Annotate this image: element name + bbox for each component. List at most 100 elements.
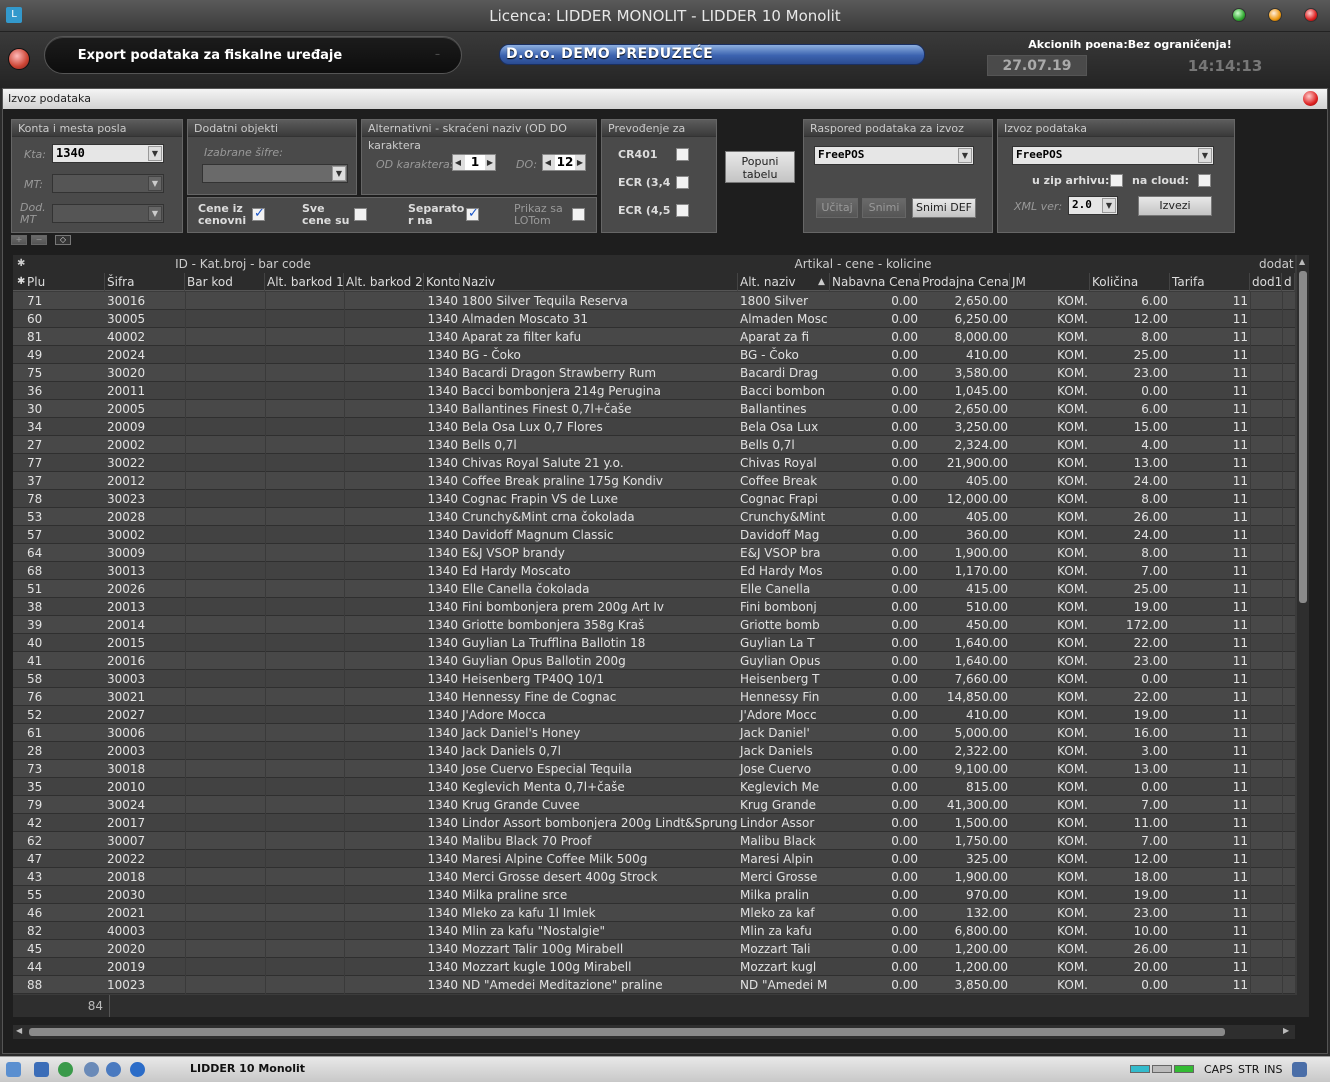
empty-cell[interactable] <box>1282 922 1295 940</box>
network-icon[interactable] <box>6 1062 21 1077</box>
check-icon[interactable] <box>106 1062 121 1077</box>
table-cell[interactable]: 0.00 <box>830 940 920 958</box>
table-cell[interactable]: 71 <box>25 292 105 310</box>
table-cell[interactable]: 0.00 <box>1090 382 1170 400</box>
table-cell[interactable]: 7.00 <box>1090 796 1170 814</box>
empty-cell[interactable] <box>265 904 344 922</box>
table-cell[interactable]: 30013 <box>105 562 185 580</box>
table-cell[interactable]: KOM. <box>1010 688 1090 706</box>
table-cell[interactable]: Cognac Frapin VS de Luxe <box>460 490 738 508</box>
scroll-left-icon[interactable]: ◀ <box>16 1026 22 1035</box>
empty-cell[interactable] <box>265 526 344 544</box>
column-header[interactable]: Nabavna Cena <box>830 273 920 291</box>
table-cell[interactable]: 6,250.00 <box>920 310 1010 328</box>
table-cell[interactable]: 410.00 <box>920 706 1010 724</box>
table-cell[interactable]: 1340 <box>424 688 460 706</box>
table-cell[interactable]: Elle Canella <box>738 580 830 598</box>
table-cell[interactable]: Lindor Assor <box>738 814 830 832</box>
table-cell[interactable]: KOM. <box>1010 580 1090 598</box>
table-cell[interactable]: KOM. <box>1010 922 1090 940</box>
table-cell[interactable]: KOM. <box>1010 634 1090 652</box>
empty-cell[interactable] <box>185 292 265 310</box>
table-cell[interactable]: 510.00 <box>920 598 1010 616</box>
table-cell[interactable]: 1340 <box>424 778 460 796</box>
table-cell[interactable]: Bela Osa Lux 0,7 Flores <box>460 418 738 436</box>
table-cell[interactable]: 0.00 <box>830 652 920 670</box>
table-cell[interactable]: 1340 <box>424 832 460 850</box>
empty-cell[interactable] <box>344 598 424 616</box>
table-cell[interactable]: 1340 <box>424 598 460 616</box>
table-cell[interactable]: 11 <box>1170 922 1250 940</box>
empty-cell[interactable] <box>1282 886 1295 904</box>
table-cell[interactable]: 1340 <box>424 544 460 562</box>
table-cell[interactable]: 51 <box>25 580 105 598</box>
table-row[interactable]: 60 30005 1340 Almaden Moscato 31 Almaden Mos… <box>13 310 1295 328</box>
do-spinner[interactable]: ◀ 12 ▶ <box>542 154 586 171</box>
empty-cell[interactable] <box>185 760 265 778</box>
dod-mt-combo[interactable]: ▼ <box>52 204 164 223</box>
table-cell[interactable]: 1340 <box>424 706 460 724</box>
resize-icon[interactable]: ◇ <box>55 235 71 245</box>
table-cell[interactable]: 75 <box>25 364 105 382</box>
column-header[interactable]: Alt. barkod 1 <box>265 273 344 291</box>
empty-cell[interactable] <box>1250 904 1282 922</box>
vertical-scrollbar[interactable]: ▲ ▼ <box>1297 255 1309 1009</box>
table-cell[interactable]: 35 <box>25 778 105 796</box>
table-cell[interactable]: Mleko za kaf <box>738 904 830 922</box>
horizontal-scroll-thumb[interactable] <box>29 1028 1225 1036</box>
empty-cell[interactable] <box>1250 742 1282 760</box>
table-cell[interactable]: KOM. <box>1010 958 1090 976</box>
table-cell[interactable]: 49 <box>25 346 105 364</box>
table-cell[interactable]: 20015 <box>105 634 185 652</box>
table-cell[interactable]: Mlin za kafu "Nostalgie" <box>460 922 738 940</box>
table-row[interactable]: 53 20028 1340 Crunchy&Mint crna čokolada Cru… <box>13 508 1295 526</box>
table-cell[interactable]: 16.00 <box>1090 724 1170 742</box>
column-header[interactable]: Količina <box>1090 273 1170 291</box>
table-cell[interactable]: 40002 <box>105 328 185 346</box>
table-row[interactable]: 30 20005 1340 Ballantines Finest 0,7l+čaše B… <box>13 400 1295 418</box>
column-header[interactable]: Naziv <box>460 273 738 291</box>
table-cell[interactable]: 10023 <box>105 976 185 994</box>
table-cell[interactable]: 0.00 <box>830 976 920 994</box>
empty-cell[interactable] <box>1250 562 1282 580</box>
table-cell[interactable]: 62 <box>25 832 105 850</box>
table-cell[interactable]: 88 <box>25 976 105 994</box>
empty-cell[interactable] <box>265 652 344 670</box>
empty-cell[interactable] <box>265 832 344 850</box>
table-cell[interactable]: KOM. <box>1010 400 1090 418</box>
empty-cell[interactable] <box>185 526 265 544</box>
table-cell[interactable]: 20026 <box>105 580 185 598</box>
close-button[interactable] <box>1304 8 1318 22</box>
table-cell[interactable]: KOM. <box>1010 490 1090 508</box>
table-cell[interactable]: 20021 <box>105 904 185 922</box>
table-cell[interactable]: 20024 <box>105 346 185 364</box>
table-cell[interactable]: 8,000.00 <box>920 328 1010 346</box>
empty-cell[interactable] <box>344 472 424 490</box>
table-cell[interactable]: 11 <box>1170 454 1250 472</box>
empty-cell[interactable] <box>1282 472 1295 490</box>
table-cell[interactable]: 1340 <box>424 886 460 904</box>
empty-cell[interactable] <box>1250 418 1282 436</box>
table-cell[interactable]: 1340 <box>424 346 460 364</box>
chevron-down-icon[interactable]: ▼ <box>1198 148 1212 163</box>
empty-cell[interactable] <box>185 634 265 652</box>
table-cell[interactable]: 30024 <box>105 796 185 814</box>
table-cell[interactable]: 20012 <box>105 472 185 490</box>
table-cell[interactable]: KOM. <box>1010 508 1090 526</box>
table-cell[interactable]: KOM. <box>1010 904 1090 922</box>
table-cell[interactable]: 24.00 <box>1090 526 1170 544</box>
table-cell[interactable]: 11 <box>1170 580 1250 598</box>
empty-cell[interactable] <box>344 760 424 778</box>
table-cell[interactable]: 21,900.00 <box>920 454 1010 472</box>
empty-cell[interactable] <box>265 544 344 562</box>
table-cell[interactable]: 7,660.00 <box>920 670 1010 688</box>
table-cell[interactable]: Griotte bombonjera 358g Kraš <box>460 616 738 634</box>
empty-cell[interactable] <box>1282 562 1295 580</box>
empty-cell[interactable] <box>1250 598 1282 616</box>
empty-cell[interactable] <box>265 562 344 580</box>
empty-cell[interactable] <box>185 328 265 346</box>
empty-cell[interactable] <box>185 778 265 796</box>
table-cell[interactable]: 0.00 <box>830 796 920 814</box>
ecr34-checkbox[interactable] <box>676 176 689 189</box>
table-cell[interactable]: Crunchy&Mint crna čokolada <box>460 508 738 526</box>
